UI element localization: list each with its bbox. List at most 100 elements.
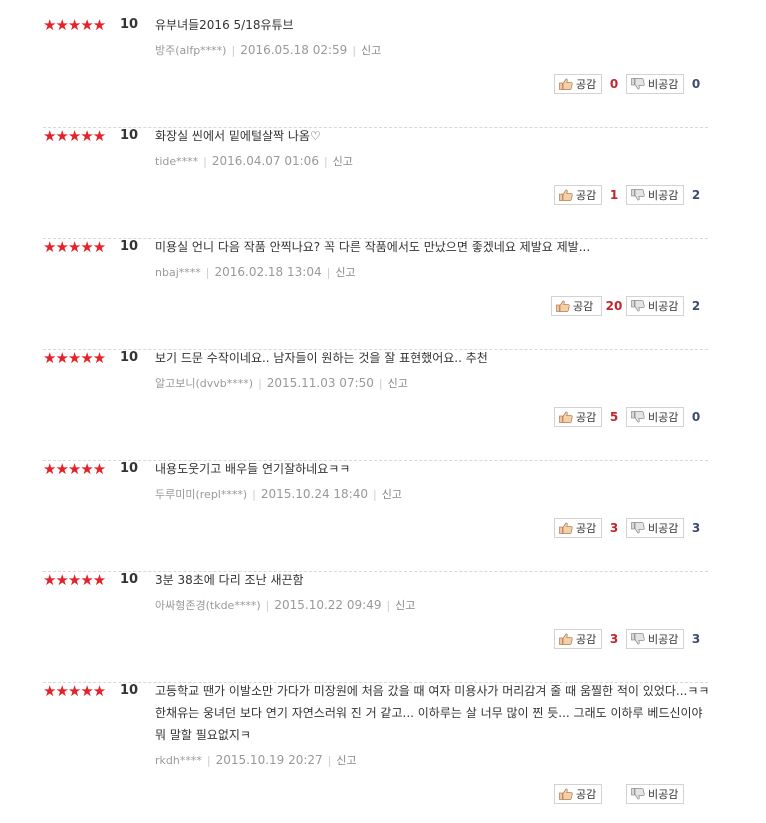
star-rating-icon: ★★★★★	[43, 127, 106, 145]
review-text: 보기 드문 수작이네요.. 남자들이 원하는 것을 잘 표현했어요.. 추천	[155, 351, 488, 365]
review-date: 2016.04.07 01:06	[211, 154, 319, 168]
star-rating-icon: ★★★★★	[43, 238, 106, 256]
like-button[interactable]: 공감	[554, 629, 602, 649]
dislike-button[interactable]: 비공감	[626, 185, 684, 205]
dislike-button[interactable]: 비공감	[626, 74, 684, 94]
thumbs-up-icon	[559, 788, 573, 800]
meta-divider: |	[386, 599, 391, 612]
meta-divider: |	[323, 155, 328, 168]
thumbs-down-icon	[631, 788, 645, 800]
review-author: 두루미미(repl****)	[155, 488, 248, 501]
dislike-button[interactable]: 비공감	[626, 784, 684, 804]
meta-divider: |	[265, 599, 270, 612]
meta-divider: |	[327, 754, 332, 767]
report-link[interactable]: 신고	[395, 599, 415, 612]
like-button[interactable]: 공감	[554, 784, 602, 804]
like-label: 공감	[576, 633, 597, 646]
like-label: 공감	[576, 411, 597, 424]
dislike-label: 비공감	[648, 411, 679, 424]
review-meta: tide**** | 2016.04.07 01:06 | 신고	[155, 154, 353, 169]
meta-divider: |	[326, 266, 331, 279]
review-score: 10	[120, 128, 139, 143]
review-text: 내용도웃기고 배우들 연기잘하네요ㅋㅋ	[155, 462, 351, 476]
review-item: ★★★★★ 10 보기 드문 수작이네요.. 남자들이 원하는 것을 잘 표현했…	[43, 350, 708, 461]
review-item: ★★★★★ 10 3분 38초에 다리 조난 새끈함 아싸형존경(tkde***…	[43, 572, 708, 683]
dislike-count: 3	[691, 632, 701, 646]
review-text: 3분 38초에 다리 조난 새끈함	[155, 573, 304, 587]
like-button[interactable]: 공감	[554, 74, 602, 94]
vote-buttons: 공감 3 비공감 3	[554, 629, 708, 649]
review-date: 2015.10.19 20:27	[215, 753, 323, 767]
review-author: 방주(alfp****)	[155, 44, 227, 57]
review-date: 2016.05.18 02:59	[240, 43, 348, 57]
like-count: 0	[609, 77, 619, 91]
like-count	[602, 784, 626, 804]
review-item: ★★★★★ 10 고등학교 땐가 이발소만 가다가 미장원에 처음 갔을 때 여…	[43, 682, 710, 823]
report-link[interactable]: 신고	[335, 266, 355, 279]
review-score: 10	[120, 239, 139, 254]
vote-buttons: 공감 1 비공감 2	[554, 185, 708, 205]
review-item: ★★★★★ 10 미용실 언니 다음 작품 안찍나요? 꼭 다른 작품에서도 만…	[43, 239, 708, 350]
dislike-button[interactable]: 비공감	[626, 296, 684, 316]
review-text: 미용실 언니 다음 작품 안찍나요? 꼭 다른 작품에서도 만났으면 좋겠네요 …	[155, 240, 591, 254]
review-list: ★★★★★ 10 유부녀들2016 5/18유튜브 방주(alfp****) | 2…	[0, 0, 766, 804]
meta-divider: |	[352, 44, 357, 57]
meta-divider: |	[205, 266, 210, 279]
report-link[interactable]: 신고	[361, 44, 381, 57]
review-meta: 두루미미(repl****) | 2015.10.24 18:40 | 신고	[155, 487, 402, 502]
review-text: 고등학교 땐가 이발소만 가다가 미장원에 처음 갔을 때 여자 미용사가 머리…	[155, 684, 710, 742]
dislike-count: 3	[691, 521, 701, 535]
report-link[interactable]: 신고	[333, 155, 353, 168]
review-author: tide****	[155, 155, 199, 168]
dislike-label: 비공감	[648, 189, 679, 202]
report-link[interactable]: 신고	[382, 488, 402, 501]
star-rating-icon: ★★★★★	[43, 16, 106, 34]
review-text: 유부녀들2016 5/18유튜브	[155, 18, 294, 32]
like-button[interactable]: 공감	[554, 185, 602, 205]
star-rating-icon: ★★★★★	[43, 460, 106, 478]
like-button[interactable]: 공감	[554, 518, 602, 538]
like-label: 공감	[576, 522, 597, 535]
vote-buttons: 공감 5 비공감 0	[554, 407, 708, 427]
dislike-button[interactable]: 비공감	[626, 407, 684, 427]
like-count: 20	[605, 299, 623, 313]
dislike-label: 비공감	[648, 78, 679, 91]
thumbs-up-icon	[559, 633, 573, 645]
star-rating-icon: ★★★★★	[43, 349, 106, 367]
vote-buttons: 공감 비공감	[554, 784, 708, 804]
thumbs-up-icon	[556, 300, 570, 312]
meta-divider: |	[258, 377, 262, 390]
review-meta: rkdh**** | 2015.10.19 20:27 | 신고	[155, 753, 357, 768]
report-link[interactable]: 신고	[388, 377, 408, 390]
dislike-label: 비공감	[648, 788, 679, 801]
thumbs-down-icon	[631, 411, 645, 423]
vote-buttons: 공감 0 비공감 0	[554, 74, 708, 94]
review-text: 화장실 씬에서 밑에털살짝 나옴♡	[155, 129, 321, 143]
dislike-count: 2	[691, 299, 701, 313]
thumbs-down-icon	[631, 300, 645, 312]
review-item: ★★★★★ 10 화장실 씬에서 밑에털살짝 나옴♡ tide**** | 2016…	[43, 128, 708, 239]
review-score: 10	[120, 683, 139, 698]
meta-divider: |	[252, 488, 256, 501]
like-button[interactable]: 공감	[554, 407, 602, 427]
meta-divider: |	[378, 377, 383, 390]
meta-divider: |	[231, 44, 236, 57]
review-author: nbaj****	[155, 266, 201, 279]
thumbs-down-icon	[631, 189, 645, 201]
dislike-button[interactable]: 비공감	[626, 518, 684, 538]
like-button[interactable]: 공감	[551, 296, 602, 316]
like-label: 공감	[576, 788, 597, 801]
review-date: 2015.11.03 07:50	[266, 376, 374, 390]
dislike-label: 비공감	[648, 522, 679, 535]
dislike-count: 0	[691, 77, 701, 91]
meta-divider: |	[206, 754, 211, 767]
like-label: 공감	[573, 300, 594, 313]
vote-buttons: 공감 3 비공감 3	[554, 518, 708, 538]
meta-divider: |	[372, 488, 377, 501]
review-item: ★★★★★ 10 내용도웃기고 배우들 연기잘하네요ㅋㅋ 두루미미(repl**…	[43, 461, 708, 572]
dislike-button[interactable]: 비공감	[626, 629, 684, 649]
star-rating-icon: ★★★★★	[43, 682, 106, 700]
report-link[interactable]: 신고	[336, 754, 356, 767]
review-score: 10	[120, 17, 139, 32]
review-item: ★★★★★ 10 유부녀들2016 5/18유튜브 방주(alfp****) | 2…	[43, 17, 708, 128]
